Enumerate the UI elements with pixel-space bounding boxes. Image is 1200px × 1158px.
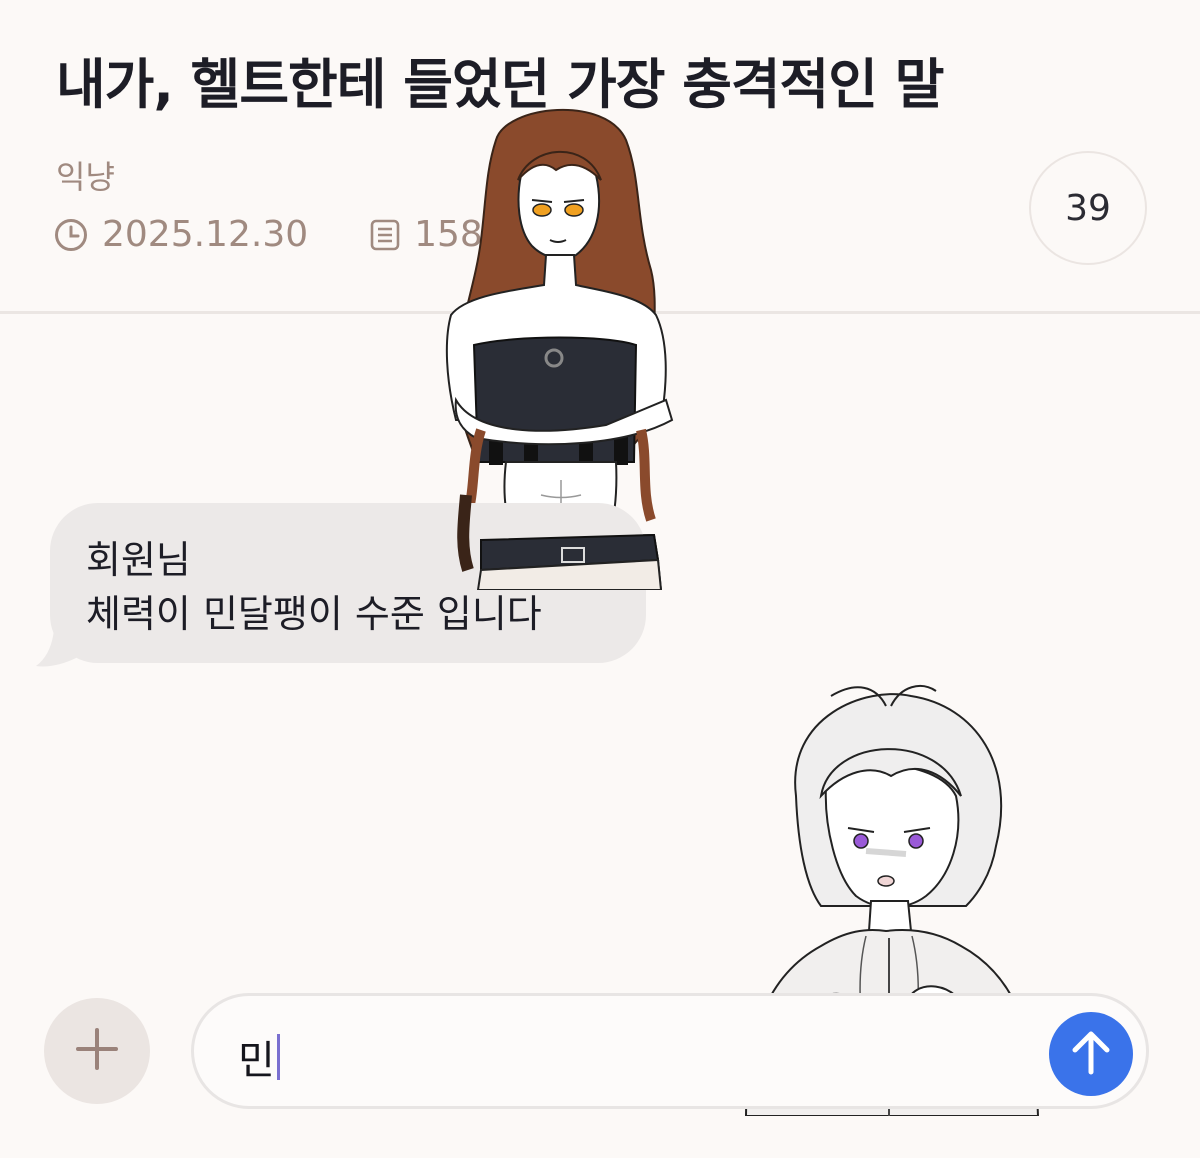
author-name[interactable]: 익냥 bbox=[56, 152, 115, 198]
send-button[interactable] bbox=[1049, 1012, 1133, 1096]
comment-count: 39 bbox=[1065, 187, 1111, 229]
post-date: 2025.12.30 bbox=[102, 214, 309, 255]
plus-icon bbox=[74, 1026, 120, 1076]
text-caret bbox=[276, 1034, 280, 1080]
message-input[interactable]: 민 bbox=[191, 993, 1149, 1109]
add-attachment-button[interactable] bbox=[44, 998, 150, 1104]
post-meta: 2025.12.30 158 bbox=[54, 214, 483, 255]
clock-icon bbox=[54, 218, 88, 252]
message-input-value: 민 bbox=[238, 1038, 275, 1084]
received-message-bubble: 회원님 체력이 민달팽이 수준 입니다 bbox=[50, 503, 646, 663]
message-line: 체력이 민달팽이 수준 입니다 bbox=[86, 592, 542, 636]
document-icon bbox=[370, 219, 400, 251]
arrow-up-icon bbox=[1069, 1028, 1113, 1080]
comment-count-badge[interactable]: 39 bbox=[1029, 151, 1147, 265]
message-line: 회원님 bbox=[86, 538, 191, 582]
